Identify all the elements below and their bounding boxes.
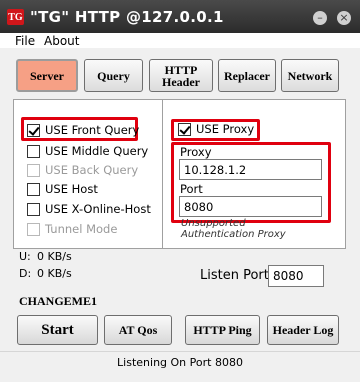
minimize-button[interactable]: –: [313, 11, 327, 25]
option-back-query: USE Back Query: [27, 162, 138, 178]
proxy-label: Proxy: [180, 145, 212, 159]
window-title: "TG" HTTP @127.0.0.1: [30, 8, 224, 26]
http-ping-button[interactable]: HTTP Ping: [185, 315, 260, 345]
upload-label: U:: [19, 250, 31, 263]
tab-http-header-label: HTTP Header: [162, 62, 200, 89]
tab-server-label: Server: [30, 68, 64, 83]
start-button[interactable]: Start: [17, 315, 98, 345]
status-bar: Listening On Port 8080: [0, 351, 360, 382]
proxy-address-field[interactable]: 10.128.1.2: [179, 159, 322, 180]
listen-port-label: Listen Port: [200, 268, 269, 283]
title-bar[interactable]: TG "TG" HTTP @127.0.0.1 – ×: [0, 0, 360, 33]
close-button[interactable]: ×: [337, 11, 351, 25]
listen-port-field[interactable]: 8080: [268, 265, 324, 287]
tab-replacer[interactable]: Replacer: [218, 59, 276, 92]
tab-network-label: Network: [287, 68, 333, 83]
option-host[interactable]: USE Host: [27, 181, 98, 197]
host-name: CHANGEME1: [19, 294, 97, 308]
use-proxy-label: USE Proxy: [196, 122, 255, 136]
option-front-query[interactable]: USE Front Query: [27, 122, 139, 138]
port-label: Port: [180, 182, 203, 196]
use-proxy-checkbox[interactable]: [178, 122, 191, 136]
tunnel-mode-label: Tunnel Mode: [45, 222, 118, 236]
tunnel-mode-checkbox: [27, 222, 40, 236]
download-rate: 0 KB/s: [37, 267, 72, 280]
x-online-host-checkbox[interactable]: [27, 202, 40, 216]
middle-query-checkbox[interactable]: [27, 144, 40, 158]
tab-server[interactable]: Server: [16, 59, 78, 92]
menu-about[interactable]: About: [44, 34, 79, 48]
tab-network[interactable]: Network: [281, 59, 339, 92]
x-online-host-label: USE X-Online-Host: [45, 202, 151, 216]
proxy-port-field[interactable]: 8080: [179, 196, 322, 217]
option-x-online-host[interactable]: USE X-Online-Host: [27, 201, 151, 217]
tab-query-label: Query: [97, 68, 130, 83]
download-label: D:: [19, 267, 32, 280]
option-use-proxy[interactable]: USE Proxy: [178, 121, 254, 137]
header-log-button[interactable]: Header Log: [267, 315, 339, 345]
panel-divider: [162, 99, 163, 249]
option-tunnel-mode: Tunnel Mode: [27, 221, 117, 237]
upload-rate: 0 KB/s: [37, 250, 72, 263]
back-query-label: USE Back Query: [45, 163, 139, 177]
app-icon: TG: [7, 9, 24, 25]
tab-query[interactable]: Query: [84, 59, 143, 92]
status-text: Listening On Port 8080: [117, 356, 243, 369]
front-query-label: USE Front Query: [45, 123, 140, 137]
middle-query-label: USE Middle Query: [45, 144, 149, 158]
menu-bar: File About: [0, 33, 360, 49]
front-query-checkbox[interactable]: [27, 123, 40, 137]
host-checkbox[interactable]: [27, 182, 40, 196]
auth-note: Unsupported Authentication Proxy: [181, 218, 286, 240]
back-query-checkbox: [27, 163, 40, 177]
option-middle-query[interactable]: USE Middle Query: [27, 143, 148, 159]
tab-http-header[interactable]: HTTP Header: [149, 59, 213, 92]
host-label: USE Host: [45, 182, 98, 196]
at-qos-button[interactable]: AT Qos: [104, 315, 172, 345]
tab-replacer-label: Replacer: [224, 68, 270, 83]
menu-file[interactable]: File: [15, 34, 35, 48]
